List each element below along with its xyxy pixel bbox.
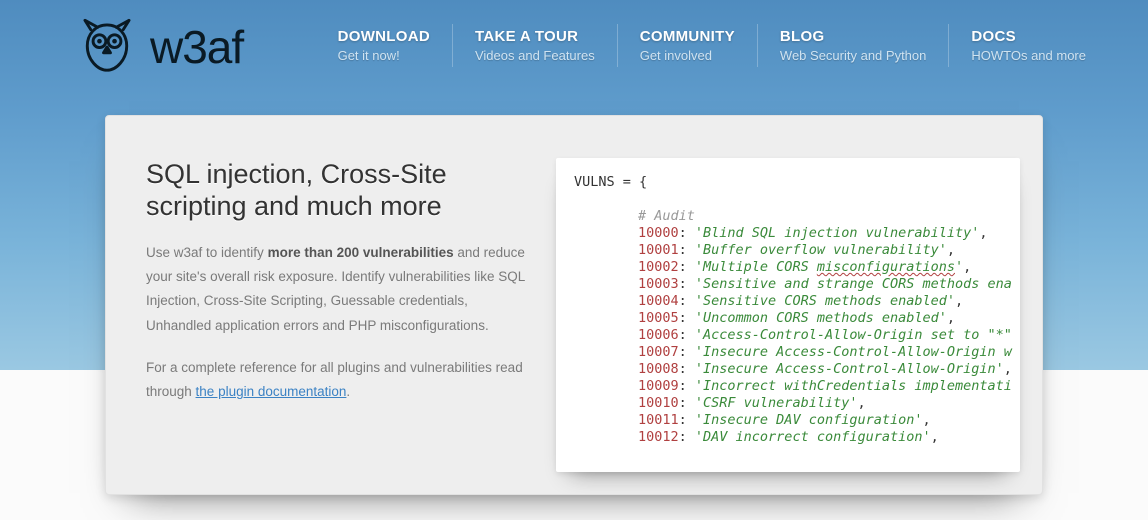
code-key: 10006 bbox=[638, 327, 679, 343]
code-string-wavy: misconfigurations bbox=[817, 259, 955, 275]
code-tail: , bbox=[963, 259, 971, 275]
nav-sub: Get involved bbox=[640, 48, 735, 63]
nav-sub: Get it now! bbox=[338, 48, 430, 63]
nav-title: BLOG bbox=[780, 28, 926, 45]
brand-logo[interactable]: w3af bbox=[78, 18, 243, 76]
code-string: 'Blind SQL injection vulnerability' bbox=[695, 225, 979, 241]
code-line: 10005: 'Uncommon CORS methods enabled', bbox=[574, 310, 1020, 327]
code-head: VULNS = { bbox=[574, 174, 1020, 191]
code-key: 10008 bbox=[638, 361, 679, 377]
code-line: 10009: 'Incorrect withCredentials implem… bbox=[574, 378, 1020, 395]
code-line: 10006: 'Access-Control-Allow-Origin set … bbox=[574, 327, 1020, 344]
nav-sub: Videos and Features bbox=[475, 48, 595, 63]
code-string: 'CSRF vulnerability' bbox=[695, 395, 858, 411]
code-key: 10011 bbox=[638, 412, 679, 428]
nav-sub: Web Security and Python bbox=[780, 48, 926, 63]
code-tail: , bbox=[955, 293, 963, 309]
text: Use w3af to identify bbox=[146, 245, 268, 260]
nav-title: DOCS bbox=[971, 28, 1086, 45]
code-key: 10005 bbox=[638, 310, 679, 326]
comment-text: # Audit bbox=[638, 208, 695, 224]
nav-title: COMMUNITY bbox=[640, 28, 735, 45]
code-key: 10009 bbox=[638, 378, 679, 394]
code-tail: , bbox=[857, 395, 865, 411]
text: . bbox=[346, 384, 350, 399]
code-key: 10010 bbox=[638, 395, 679, 411]
hero-paragraph-1: Use w3af to identify more than 200 vulne… bbox=[146, 241, 526, 338]
text-bold: more than 200 vulnerabilities bbox=[268, 245, 454, 260]
nav-tour[interactable]: TAKE A TOUR Videos and Features bbox=[452, 24, 617, 67]
code-string: 'Uncommon CORS methods enabled' bbox=[695, 310, 947, 326]
code-string: 'Insecure Access-Control-Allow-Origin' bbox=[695, 361, 1004, 377]
code-string: 'Buffer overflow vulnerability' bbox=[695, 242, 947, 258]
code-comment: # Audit bbox=[574, 208, 1020, 225]
code-key: 10003 bbox=[638, 276, 679, 292]
code-line: 10000: 'Blind SQL injection vulnerabilit… bbox=[574, 225, 1020, 242]
nav-docs[interactable]: DOCS HOWTOs and more bbox=[948, 24, 1108, 67]
code-string: 'DAV incorrect configuration' bbox=[695, 429, 931, 445]
code-tail: , bbox=[922, 412, 930, 428]
code-key: 10012 bbox=[638, 429, 679, 445]
code-line: 10003: 'Sensitive and strange CORS metho… bbox=[574, 276, 1020, 293]
code-tail: , bbox=[1004, 361, 1012, 377]
hero-text: SQL injection, Cross-Site scripting and … bbox=[146, 158, 526, 472]
code-string: 'Incorrect withCredentials implementati bbox=[695, 378, 1012, 394]
code-string: 'Sensitive and strange CORS methods ena bbox=[695, 276, 1012, 292]
nav-blog[interactable]: BLOG Web Security and Python bbox=[757, 24, 948, 67]
code-string: 'Sensitive CORS methods enabled' bbox=[695, 293, 955, 309]
code-line: 10011: 'Insecure DAV configuration', bbox=[574, 412, 1020, 429]
nav-sub: HOWTOs and more bbox=[971, 48, 1086, 63]
code-line: 10007: 'Insecure Access-Control-Allow-Or… bbox=[574, 344, 1020, 361]
owl-icon bbox=[78, 18, 136, 76]
code-tail: , bbox=[931, 429, 939, 445]
nav-community[interactable]: COMMUNITY Get involved bbox=[617, 24, 757, 67]
code-string: 'Insecure DAV configuration' bbox=[695, 412, 923, 428]
code-line: 10002: 'Multiple CORS misconfigurations'… bbox=[574, 259, 1020, 276]
main-nav: DOWNLOAD Get it now! TAKE A TOUR Videos … bbox=[316, 18, 1108, 67]
hero-title: SQL injection, Cross-Site scripting and … bbox=[146, 158, 526, 223]
nav-title: TAKE A TOUR bbox=[475, 28, 595, 45]
code-line: 10004: 'Sensitive CORS methods enabled', bbox=[574, 293, 1020, 310]
brand-name: w3af bbox=[150, 20, 243, 74]
code-line: 10010: 'CSRF vulnerability', bbox=[574, 395, 1020, 412]
code-key: 10002 bbox=[638, 259, 679, 275]
plugin-docs-link[interactable]: the plugin documentation bbox=[196, 384, 347, 399]
code-blank bbox=[574, 191, 1020, 208]
code-string: 'Access-Control-Allow-Origin set to "*" bbox=[695, 327, 1012, 343]
code-tail: , bbox=[979, 225, 987, 241]
code-key: 10000 bbox=[638, 225, 679, 241]
hero-card: SQL injection, Cross-Site scripting and … bbox=[105, 115, 1043, 495]
code-tail: , bbox=[947, 310, 955, 326]
site-header: w3af DOWNLOAD Get it now! TAKE A TOUR Vi… bbox=[0, 0, 1148, 100]
code-line: 10008: 'Insecure Access-Control-Allow-Or… bbox=[574, 361, 1020, 378]
code-string: 'Multiple CORS misconfigurations' bbox=[695, 259, 963, 275]
hero-paragraph-2: For a complete reference for all plugins… bbox=[146, 356, 526, 405]
code-line: 10012: 'DAV incorrect configuration', bbox=[574, 429, 1020, 446]
code-line: 10001: 'Buffer overflow vulnerability', bbox=[574, 242, 1020, 259]
code-tail: , bbox=[947, 242, 955, 258]
nav-title: DOWNLOAD bbox=[338, 28, 430, 45]
code-panel: VULNS = { # Audit 10000: 'Blind SQL inje… bbox=[556, 158, 1020, 472]
code-key: 10004 bbox=[638, 293, 679, 309]
code-key: 10007 bbox=[638, 344, 679, 360]
nav-download[interactable]: DOWNLOAD Get it now! bbox=[316, 24, 452, 67]
code-string: 'Insecure Access-Control-Allow-Origin w bbox=[695, 344, 1012, 360]
code-key: 10001 bbox=[638, 242, 679, 258]
